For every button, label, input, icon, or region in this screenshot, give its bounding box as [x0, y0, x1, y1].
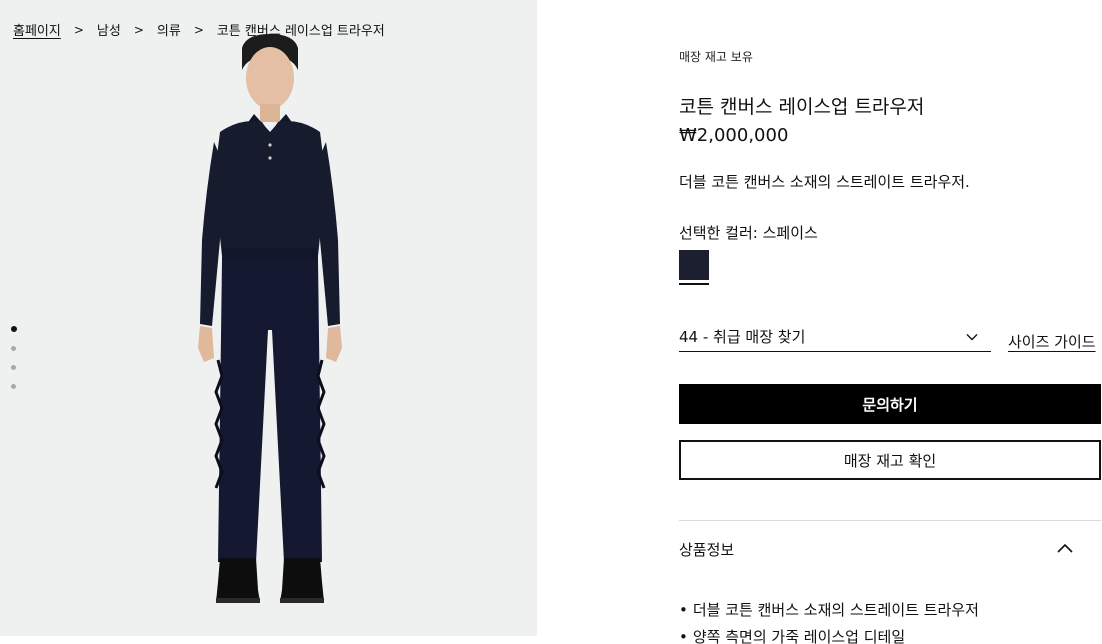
product-description: 더블 코튼 캔버스 소재의 스트레이트 트라우저. — [679, 173, 970, 191]
chevron-down-icon — [966, 333, 978, 340]
gallery-dot[interactable] — [11, 346, 16, 351]
product-info-accordion[interactable]: 상품정보 — [679, 528, 1101, 570]
breadcrumb-clothing[interactable]: 의류 — [157, 20, 181, 39]
selected-color-label: 선택한 컬러: 스페이스 — [679, 224, 818, 242]
section-divider — [679, 520, 1101, 521]
breadcrumb-home[interactable]: 홈페이지 — [13, 20, 61, 39]
list-item: 양쪽 측면의 가죽 레이스업 디테일 — [679, 624, 979, 644]
product-title: 코튼 캔버스 레이스업 트라우저 — [679, 96, 925, 118]
product-model-image — [198, 34, 342, 603]
breadcrumb-separator: > — [133, 22, 144, 37]
breadcrumb-separator: > — [73, 22, 84, 37]
product-info-panel: 매장 재고 보유 코튼 캔버스 레이스업 트라우저 ₩2,000,000 더블 … — [679, 0, 1101, 644]
size-select[interactable]: 44 - 취급 매장 찾기 — [679, 322, 991, 352]
color-swatch-space[interactable] — [679, 250, 709, 280]
size-select-value: 44 - 취급 매장 찾기 — [679, 328, 806, 346]
list-item: 더블 코튼 캔버스 소재의 스트레이트 트라우저 — [679, 597, 979, 624]
gallery-dot[interactable] — [11, 365, 16, 370]
check-store-stock-button[interactable]: 매장 재고 확인 — [679, 440, 1101, 480]
product-price: ₩2,000,000 — [679, 125, 789, 146]
product-details-list: 더블 코튼 캔버스 소재의 스트레이트 트라우저 양쪽 측면의 가죽 레이스업 … — [679, 597, 979, 644]
inquire-button[interactable]: 문의하기 — [679, 384, 1101, 424]
product-image-panel: 홈페이지 > 남성 > 의류 > 코튼 캔버스 레이스업 트라우저 — [0, 0, 537, 636]
breadcrumb-men[interactable]: 남성 — [97, 20, 121, 39]
gallery-dot[interactable] — [11, 384, 16, 389]
stock-availability-note: 매장 재고 보유 — [679, 50, 753, 64]
swatch-selected-indicator — [679, 283, 709, 285]
size-guide-link[interactable]: 사이즈 가이드 — [1008, 331, 1096, 352]
accordion-title: 상품정보 — [679, 540, 735, 559]
gallery-dot[interactable] — [11, 326, 17, 332]
chevron-up-icon — [1057, 543, 1073, 553]
gallery-pagination — [11, 326, 17, 389]
